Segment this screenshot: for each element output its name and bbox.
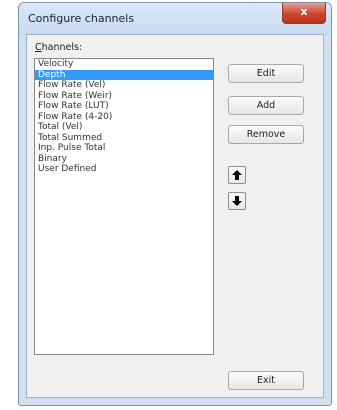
list-item[interactable]: Flow Rate (Weir) [35, 91, 213, 102]
exit-button[interactable]: Exit [228, 371, 304, 390]
list-item[interactable]: Binary [35, 154, 213, 165]
title-bar[interactable]: Configure channels x [19, 3, 331, 35]
list-item[interactable]: Flow Rate (4-20) [35, 112, 213, 123]
list-item[interactable]: Flow Rate (Vel) [35, 80, 213, 91]
close-icon: x [300, 5, 308, 18]
list-item-selected[interactable]: Depth [35, 69, 213, 80]
configure-channels-dialog: Configure channels x Channels: Velocity … [18, 2, 332, 406]
dialog-body: Channels: Velocity Depth Flow Rate (Vel)… [26, 34, 324, 398]
list-item[interactable]: User Defined [35, 164, 213, 175]
list-item[interactable]: Velocity [35, 59, 213, 70]
add-button[interactable]: Add [228, 96, 304, 115]
remove-button[interactable]: Remove [228, 125, 304, 144]
list-item[interactable]: Total Summed [35, 133, 213, 144]
close-button[interactable]: x [282, 3, 326, 24]
channels-listbox[interactable]: Velocity Depth Flow Rate (Vel) Flow Rate… [34, 58, 214, 355]
list-item[interactable]: Inp. Pulse Total [35, 143, 213, 154]
edit-button[interactable]: Edit [228, 64, 304, 83]
channels-label: Channels: [35, 42, 82, 53]
window-title: Configure channels [28, 12, 135, 25]
move-down-button[interactable] [228, 192, 246, 210]
channels-label-text: hannels: [41, 42, 83, 53]
list-item[interactable]: Total (Vel) [35, 122, 213, 133]
move-up-button[interactable] [228, 166, 246, 184]
list-item[interactable]: Flow Rate (LUT) [35, 101, 213, 112]
arrow-up-icon [232, 170, 242, 180]
channels-label-accelerator: C [35, 42, 42, 53]
arrow-down-icon [232, 196, 242, 206]
